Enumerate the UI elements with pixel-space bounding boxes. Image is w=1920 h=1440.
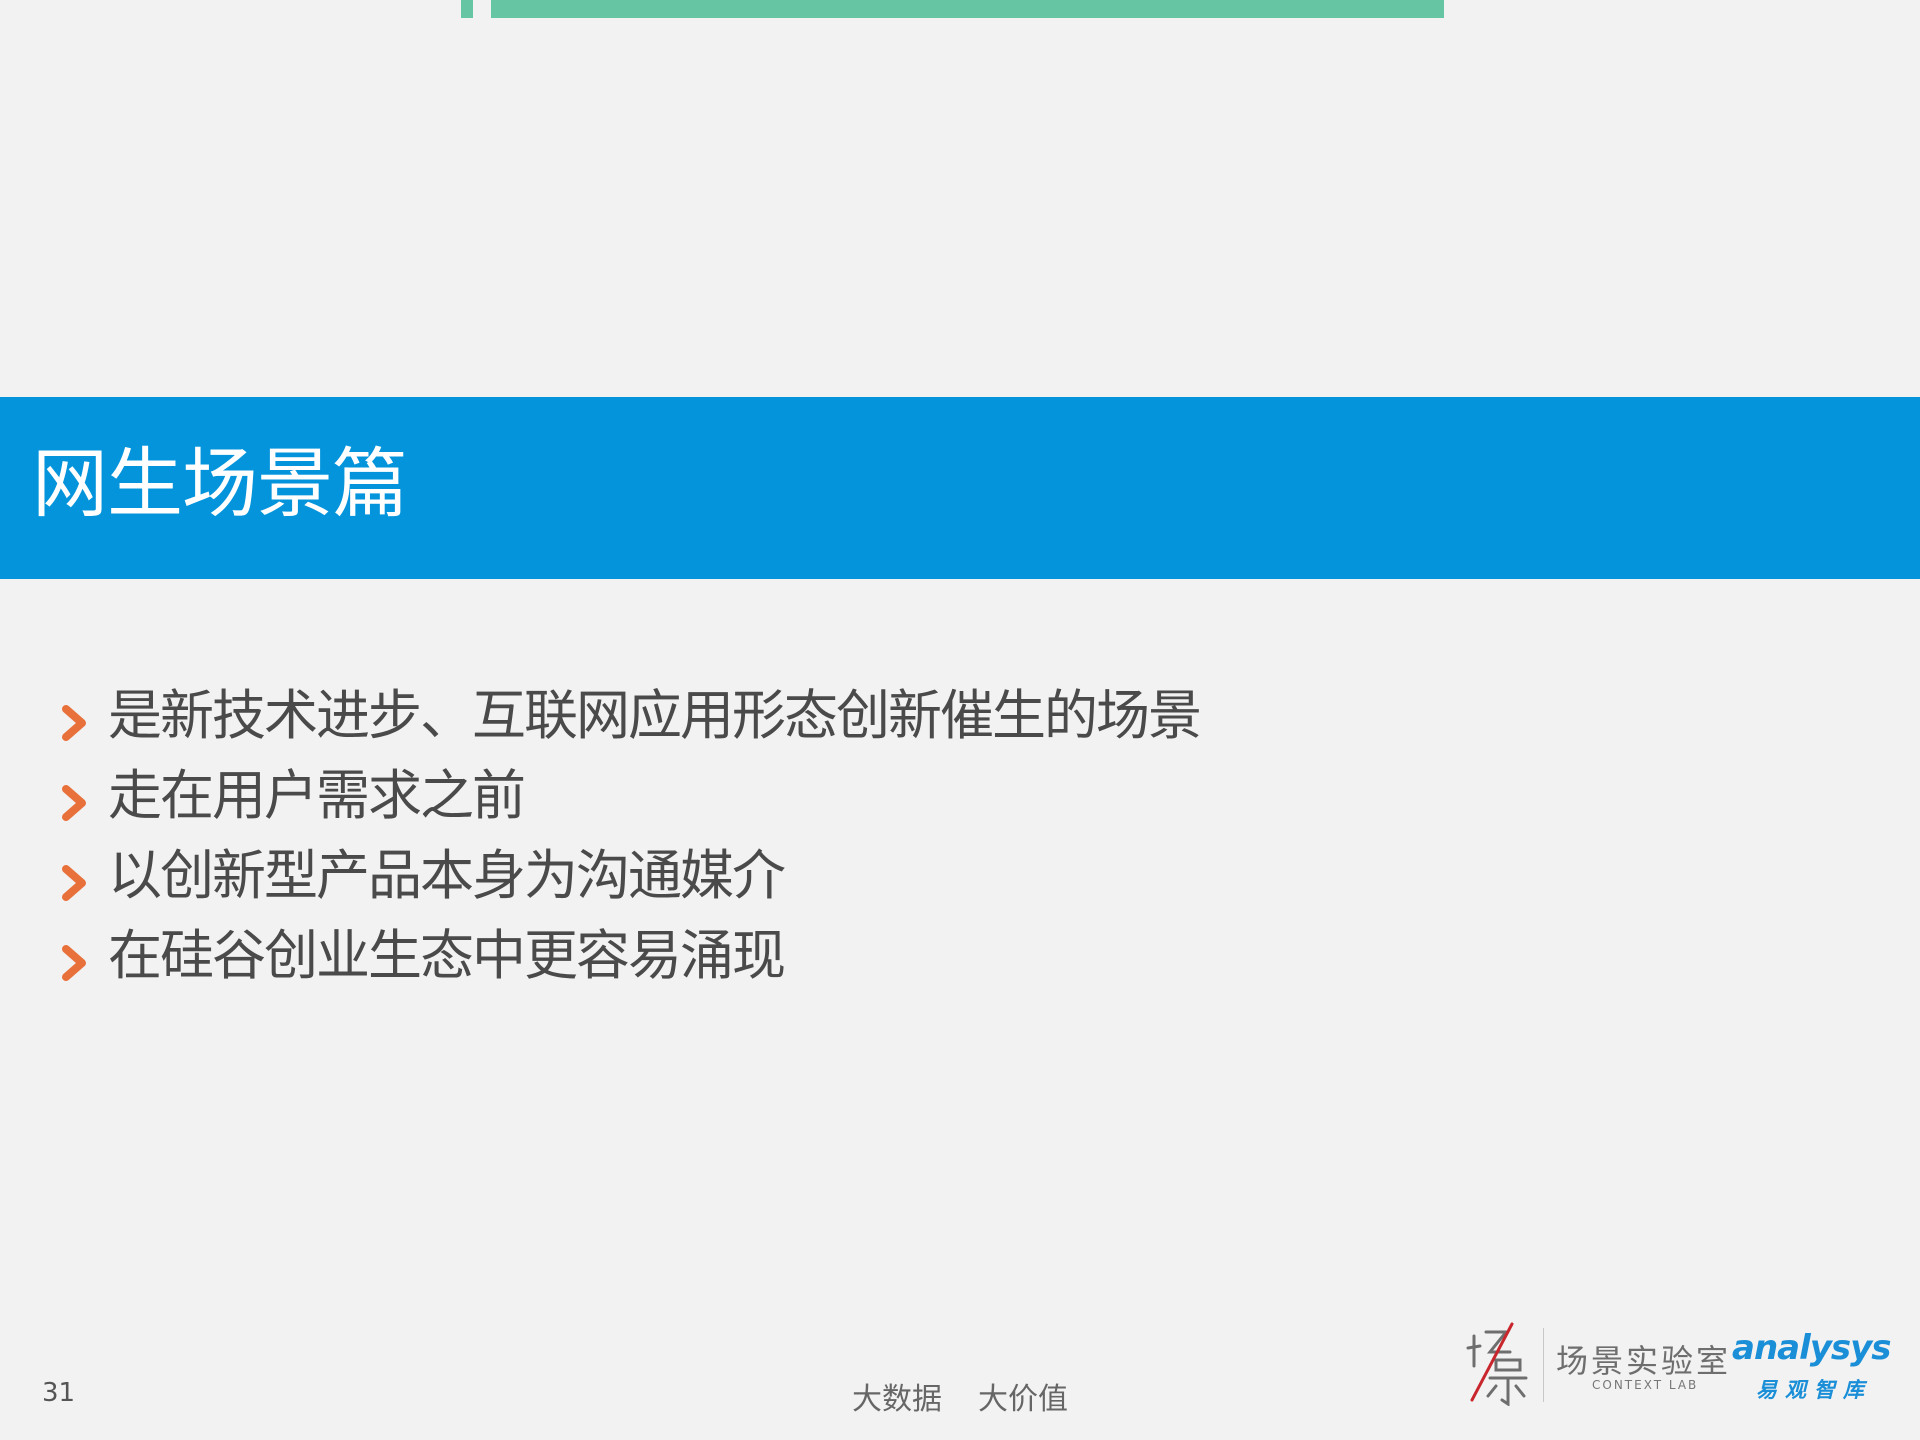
- bullet-list: 是新技术进步、互联网应用形态创新催生的场景 走在用户需求之前 以创新型产品本身为…: [62, 676, 1202, 996]
- analysys-name-cn: 易观智库: [1756, 1378, 1872, 1402]
- bullet-item: 以创新型产品本身为沟通媒介: [62, 836, 1200, 916]
- analysys-logo: analysys: [1732, 1328, 1892, 1368]
- chevron-right-icon: [62, 705, 86, 741]
- context-lab-logo-icon: [1466, 1322, 1528, 1406]
- section-title: 网生场景篇: [32, 439, 408, 528]
- page-number: 31: [42, 1378, 76, 1408]
- bullet-text: 走在用户需求之前: [108, 764, 526, 827]
- chevron-right-icon: [62, 865, 86, 901]
- context-lab-name-cn: 场景实验室: [1556, 1342, 1732, 1380]
- footer-slogan: 大数据 大价值: [852, 1374, 1068, 1418]
- logo-divider: [1543, 1328, 1544, 1402]
- top-accent-bar: [491, 0, 1444, 18]
- context-lab-name-en: CONTEXT LAB: [1592, 1378, 1699, 1392]
- bullet-item: 是新技术进步、互联网应用形态创新催生的场景: [62, 676, 1202, 756]
- bullet-item: 走在用户需求之前: [62, 756, 1200, 836]
- bullet-text: 是新技术进步、互联网应用形态创新催生的场景: [108, 684, 1202, 747]
- bullet-text: 以创新型产品本身为沟通媒介: [108, 844, 786, 907]
- bullet-text: 在硅谷创业生态中更容易涌现: [108, 924, 786, 987]
- bullet-item: 在硅谷创业生态中更容易涌现: [62, 916, 1200, 996]
- chevron-right-icon: [62, 945, 86, 981]
- slogan-right: 大价值: [978, 1382, 1068, 1417]
- slogan-left: 大数据: [852, 1382, 942, 1417]
- top-accent-small: [461, 0, 473, 18]
- chevron-right-icon: [62, 785, 86, 821]
